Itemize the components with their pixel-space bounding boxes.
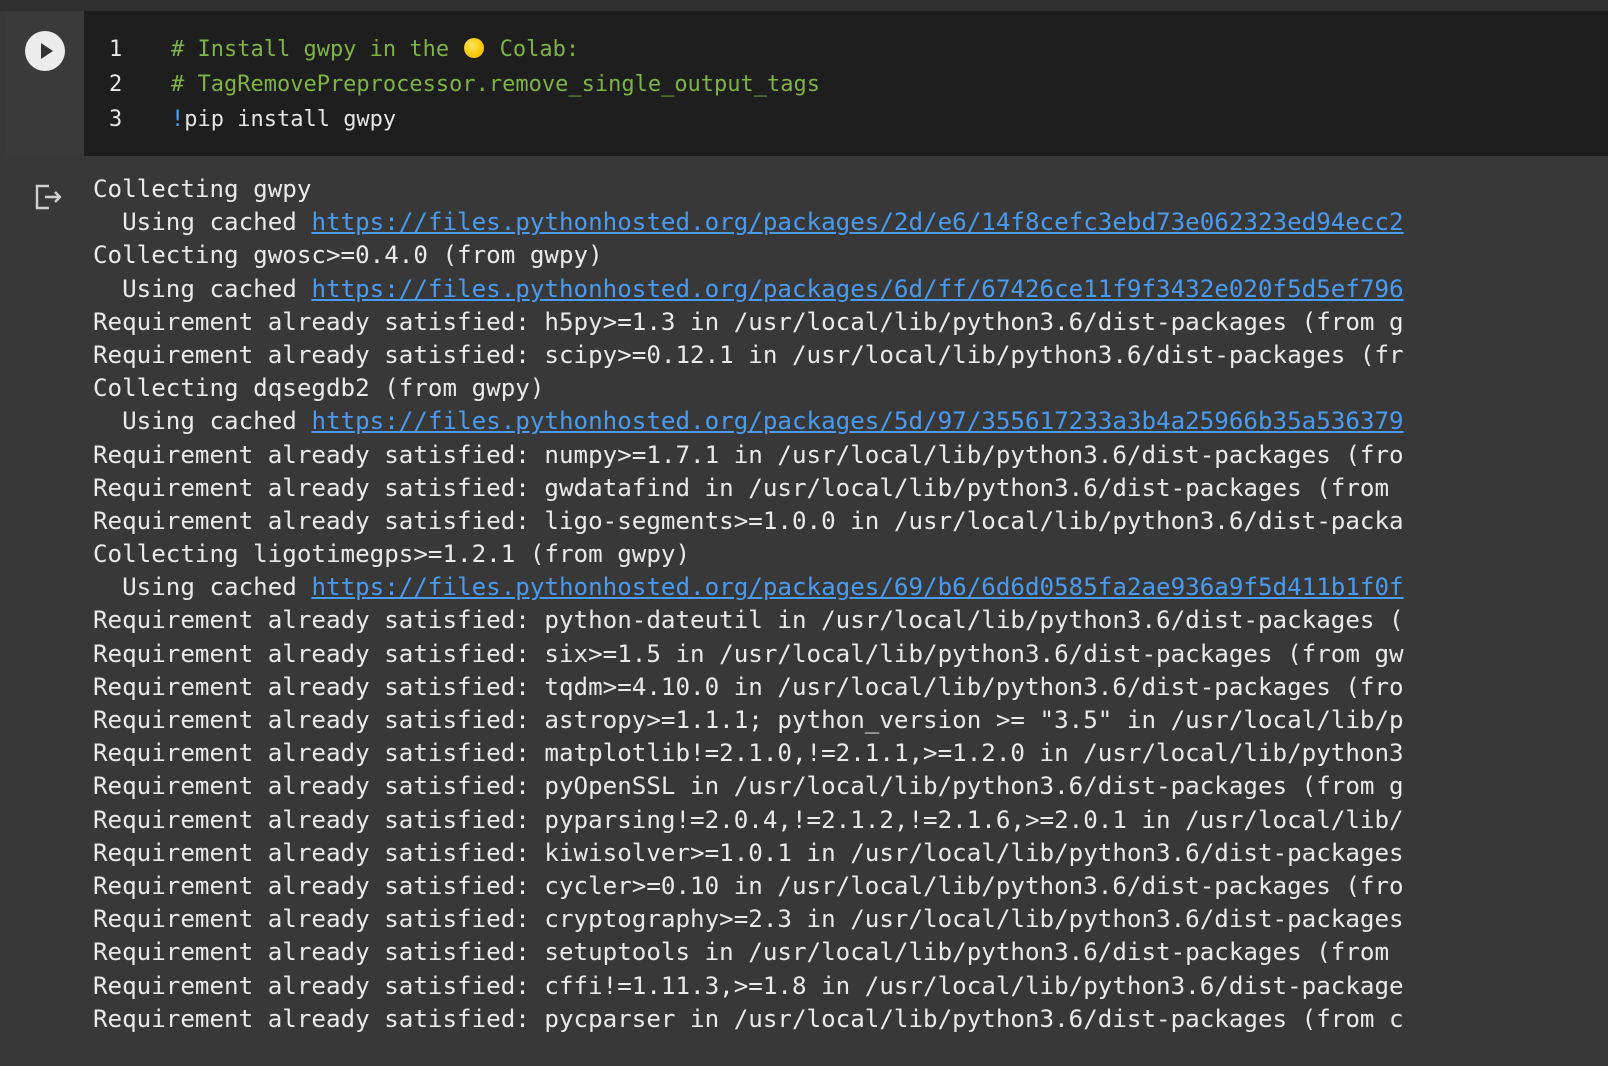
output-line-text: Collecting dqsegdb2 (from gwpy) <box>93 374 545 403</box>
code-comment: # TagRemovePreprocessor.remove_single_ou… <box>171 72 821 97</box>
sun-emoji-icon <box>464 38 485 58</box>
output-line-text: Using cached <box>93 573 312 602</box>
top-divider <box>0 0 1608 11</box>
output-line-text: Requirement already satisfied: tqdm>=4.1… <box>93 672 1404 701</box>
package-link[interactable]: https://files.pythonhosted.org/packages/… <box>311 208 1403 236</box>
output-line-text: Requirement already satisfied: scipy>=0.… <box>93 340 1404 369</box>
output-line: Requirement already satisfied: cryptogra… <box>93 903 1404 936</box>
output-line: Requirement already satisfied: cffi!=1.1… <box>93 970 1404 1003</box>
output-line-text: Requirement already satisfied: cryptogra… <box>93 905 1404 934</box>
output-line-text: Collecting gwosc>=0.4.0 (from gwpy) <box>93 241 603 270</box>
output-line-text: Using cached <box>93 208 312 237</box>
output-line: Collecting ligotimegps>=1.2.1 (from gwpy… <box>93 538 1404 571</box>
output-line: Requirement already satisfied: python-da… <box>93 604 1404 637</box>
output-line: Requirement already satisfied: six>=1.5 … <box>93 638 1404 671</box>
output-line-text: Requirement already satisfied: six>=1.5 … <box>93 639 1404 668</box>
output-line: Requirement already satisfied: matplotli… <box>93 737 1404 770</box>
package-link[interactable]: https://files.pythonhosted.org/packages/… <box>311 275 1403 303</box>
code-token: pip install gwpy <box>184 107 397 132</box>
output-line-text: Requirement already satisfied: matplotli… <box>93 739 1404 768</box>
output-line: Requirement already satisfied: h5py>=1.3… <box>93 306 1404 339</box>
output-line: Collecting gwosc>=0.4.0 (from gwpy) <box>93 239 1404 272</box>
output-line: Using cached https://files.pythonhosted.… <box>93 273 1404 306</box>
output-log: Collecting gwpy Using cached https://fil… <box>93 173 1404 1036</box>
output-line-text: Requirement already satisfied: setuptool… <box>93 938 1404 967</box>
code-cell[interactable]: 1 # Install gwpy in the Colab: 2 # TagRemov… <box>6 11 1608 156</box>
output-line: Requirement already satisfied: pycparser… <box>93 1003 1404 1036</box>
output-line: Requirement already satisfied: tqdm>=4.1… <box>93 671 1404 704</box>
output-line-text: Using cached <box>93 407 312 436</box>
output-line-text: Requirement already satisfied: gwdatafin… <box>93 473 1390 502</box>
output-line-text: Requirement already satisfied: pyparsing… <box>93 805 1404 834</box>
output-line-text: Requirement already satisfied: cffi!=1.1… <box>93 971 1404 1000</box>
output-line-text: Requirement already satisfied: cycler>=0… <box>93 871 1404 900</box>
output-line-text: Requirement already satisfied: python-da… <box>93 606 1404 635</box>
line-number: 1 <box>109 37 123 62</box>
line-number: 3 <box>109 107 123 132</box>
output-line: Requirement already satisfied: scipy>=0.… <box>93 339 1404 372</box>
output-line-text: Requirement already satisfied: h5py>=1.3… <box>93 307 1404 336</box>
output-line: Requirement already satisfied: astropy>=… <box>93 704 1404 737</box>
code-text: # TagRemovePreprocessor.remove_single_ou… <box>171 67 820 102</box>
package-link[interactable]: https://files.pythonhosted.org/packages/… <box>311 573 1403 601</box>
code-comment: Colab: <box>486 37 580 62</box>
output-line: Collecting gwpy <box>93 173 1404 206</box>
output-line: Using cached https://files.pythonhosted.… <box>93 405 1404 438</box>
output-line: Requirement already satisfied: ligo-segm… <box>93 505 1404 538</box>
output-line: Collecting dqsegdb2 (from gwpy) <box>93 372 1404 405</box>
output-line-text: Collecting gwpy <box>93 175 312 203</box>
package-link[interactable]: https://files.pythonhosted.org/packages/… <box>311 407 1403 435</box>
output-line-text: Requirement already satisfied: pyOpenSSL… <box>93 772 1404 801</box>
output-line: Requirement already satisfied: setuptool… <box>93 936 1404 969</box>
cell-output: Collecting gwpy Using cached https://fil… <box>0 156 1608 1066</box>
output-line: Using cached https://files.pythonhosted.… <box>93 206 1404 239</box>
run-cell-button[interactable] <box>25 31 65 71</box>
output-clear-icon[interactable] <box>33 181 63 211</box>
output-line-text: Requirement already satisfied: numpy>=1.… <box>93 440 1404 469</box>
output-line-text: Requirement already satisfied: pycparser… <box>93 1004 1404 1033</box>
output-line: Using cached https://files.pythonhosted.… <box>93 571 1404 604</box>
output-line-text: Using cached <box>93 274 312 303</box>
line-number: 2 <box>109 72 123 97</box>
code-text: !pip install gwpy <box>171 102 396 137</box>
output-line: Requirement already satisfied: pyparsing… <box>93 804 1404 837</box>
output-line-text: Requirement already satisfied: ligo-segm… <box>93 506 1404 535</box>
output-line: Requirement already satisfied: cycler>=0… <box>93 870 1404 903</box>
code-comment: # Install gwpy in the <box>171 37 463 62</box>
output-line: Requirement already satisfied: pyOpenSSL… <box>93 770 1404 803</box>
output-line-text: Requirement already satisfied: astropy>=… <box>93 706 1404 734</box>
shell-bang: ! <box>171 107 185 132</box>
output-line-text: Requirement already satisfied: kiwisolve… <box>93 838 1404 867</box>
cell-gutter <box>6 11 84 156</box>
code-text: # Install gwpy in the Colab: <box>171 32 579 67</box>
output-line-text: Collecting ligotimegps>=1.2.1 (from gwpy… <box>93 540 691 569</box>
output-line: Requirement already satisfied: numpy>=1.… <box>93 439 1404 472</box>
output-line: Requirement already satisfied: kiwisolve… <box>93 837 1404 870</box>
output-line: Requirement already satisfied: gwdatafin… <box>93 472 1404 505</box>
